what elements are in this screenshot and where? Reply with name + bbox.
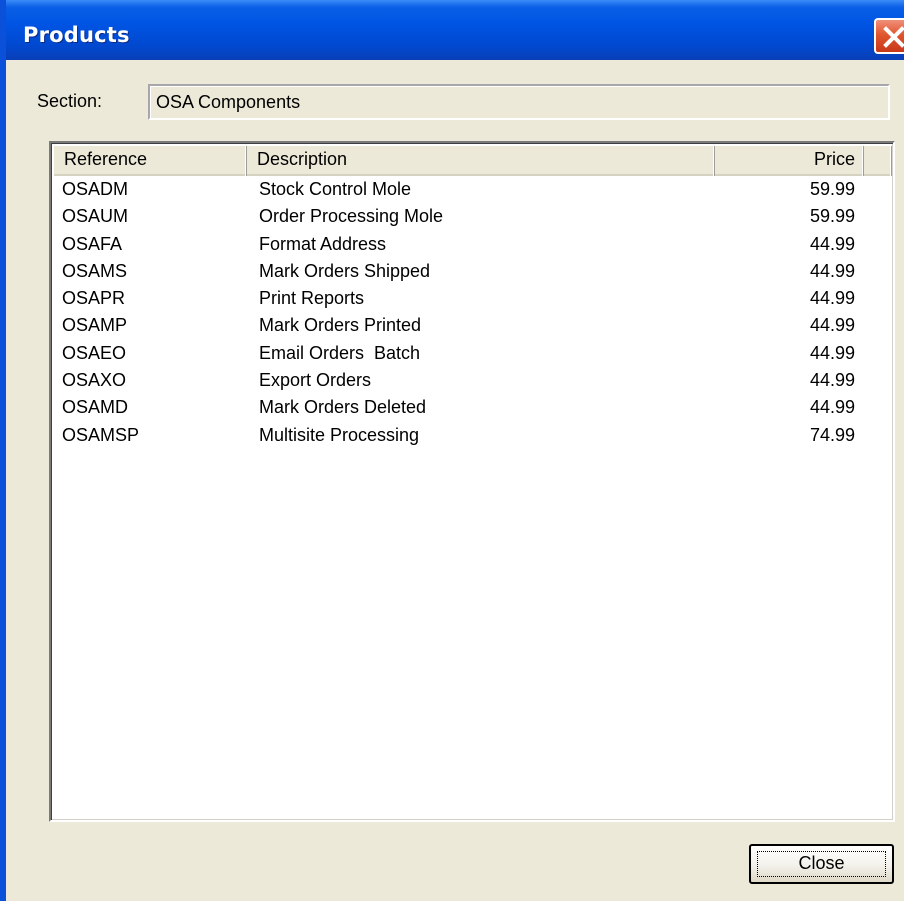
products-dialog: Products Section: OSA Components Referen… — [0, 0, 904, 901]
column-header-price[interactable]: Price — [715, 146, 864, 176]
row-price: 44.99 — [809, 260, 855, 281]
column-header-filler — [864, 146, 892, 176]
table-row[interactable]: OSAFA Format Address 44.99 — [54, 234, 892, 261]
row-description: Mark Orders Deleted — [259, 397, 427, 418]
row-price: 44.99 — [809, 342, 855, 363]
row-description: Multisite Processing — [259, 424, 420, 445]
row-price: 59.99 — [809, 206, 855, 227]
table-row[interactable]: OSAMP Mark Orders Printed 44.99 — [54, 315, 892, 342]
row-description: Mark Orders Printed — [259, 315, 422, 336]
row-price: 44.99 — [809, 233, 855, 254]
list-rows: OSADM Stock Control Mole 59.99 OSAUM Order … — [54, 179, 892, 452]
row-description: Print Reports — [259, 288, 365, 309]
section-value: OSA Components — [156, 92, 301, 112]
products-list[interactable]: Reference Description Price OSADM Stock C… — [49, 141, 895, 822]
close-icon — [883, 26, 904, 48]
table-row[interactable]: OSAEO Email Orders Batch 44.99 — [54, 343, 892, 370]
row-description: Format Address — [259, 233, 387, 254]
window-title: Products — [23, 23, 130, 47]
table-row[interactable]: OSAUM Order Processing Mole 59.99 — [54, 206, 892, 233]
list-header: Reference Description Price — [54, 146, 892, 176]
titlebar-close-button[interactable] — [874, 18, 904, 54]
table-row[interactable]: OSAMD Mark Orders Deleted 44.99 — [54, 397, 892, 424]
row-reference: OSAMSP — [62, 424, 140, 445]
table-row[interactable]: OSAXO Export Orders 44.99 — [54, 370, 892, 397]
row-price: 44.99 — [809, 370, 855, 391]
row-reference: OSAMD — [62, 397, 129, 418]
row-reference: OSAMP — [62, 315, 128, 336]
table-row[interactable]: OSADM Stock Control Mole 59.99 — [54, 179, 892, 206]
row-reference: OSAXO — [62, 370, 127, 391]
row-reference: OSAEO — [62, 342, 127, 363]
row-price: 74.99 — [809, 424, 855, 445]
row-description: Export Orders — [259, 370, 372, 391]
column-header-description[interactable]: Description — [247, 146, 715, 176]
row-reference: OSADM — [62, 179, 129, 199]
row-price: 44.99 — [809, 315, 855, 336]
row-price: 44.99 — [809, 288, 855, 309]
focus-rectangle — [757, 851, 886, 877]
row-description: Stock Control Mole — [259, 179, 412, 199]
row-price: 44.99 — [809, 397, 855, 418]
row-reference: OSAPR — [62, 288, 126, 309]
row-description: Mark Orders Shipped — [259, 260, 431, 281]
table-row[interactable]: OSAMSP Multisite Processing 74.99 — [54, 425, 892, 452]
table-row[interactable]: OSAMS Mark Orders Shipped 44.99 — [54, 261, 892, 288]
section-label: Section: — [37, 91, 103, 111]
section-field[interactable]: OSA Components — [148, 84, 890, 120]
row-description: Order Processing Mole — [259, 206, 444, 227]
table-row[interactable]: OSAPR Print Reports 44.99 — [54, 288, 892, 315]
title-bar[interactable]: Products — [6, 0, 904, 60]
row-price: 59.99 — [809, 179, 855, 199]
column-header-reference[interactable]: Reference — [54, 146, 247, 176]
close-button[interactable]: Close — [749, 844, 894, 884]
row-reference: OSAMS — [62, 260, 128, 281]
row-reference: OSAFA — [62, 233, 123, 254]
row-reference: OSAUM — [62, 206, 129, 227]
row-description: Email Orders Batch — [259, 342, 421, 363]
